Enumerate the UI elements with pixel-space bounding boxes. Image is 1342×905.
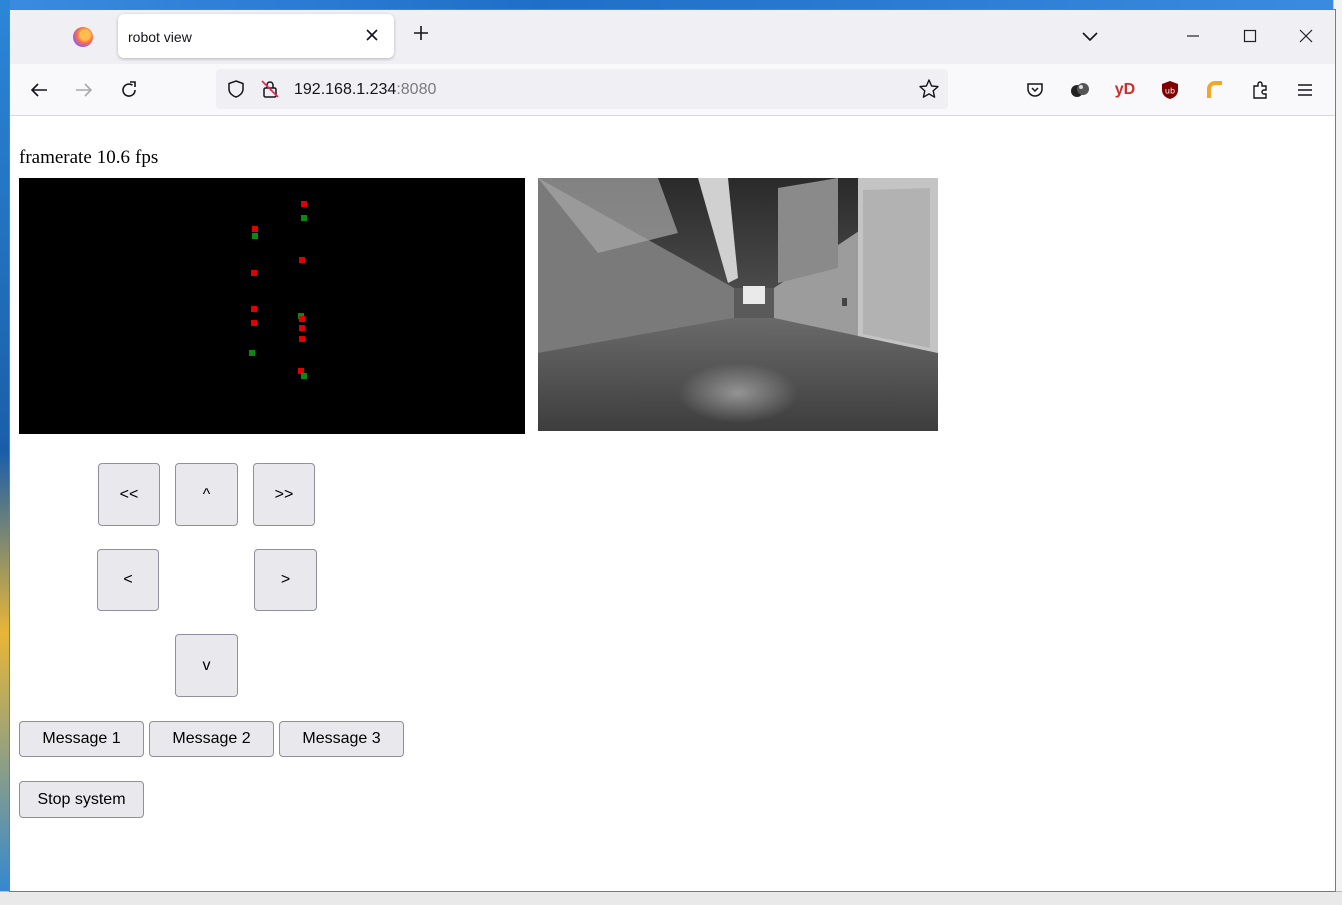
hamburger-menu-icon[interactable] xyxy=(1292,77,1318,103)
red-marker xyxy=(251,306,257,312)
fast-right-button[interactable]: >> xyxy=(253,463,315,526)
desktop-icons-strip xyxy=(0,0,10,904)
ublock-icon[interactable]: ub xyxy=(1157,77,1183,103)
extension-balls-icon[interactable] xyxy=(1067,77,1093,103)
tab-robot-view[interactable]: robot view xyxy=(118,14,394,58)
minimize-icon[interactable] xyxy=(1181,24,1205,48)
url-port: :8080 xyxy=(396,81,437,98)
green-marker xyxy=(252,233,258,239)
url-host: 192.168.1.234 xyxy=(294,81,397,98)
address-bar[interactable]: 192.168.1.234:8080 xyxy=(216,69,948,109)
forward-button[interactable]: ^ xyxy=(175,463,238,526)
red-marker xyxy=(301,201,307,207)
red-marker xyxy=(252,226,258,232)
yd-label: yD xyxy=(1114,81,1136,98)
extensions-puzzle-icon[interactable] xyxy=(1247,77,1273,103)
framerate-unit: fps xyxy=(135,147,159,168)
red-marker xyxy=(299,257,305,263)
tab-title: robot view xyxy=(128,29,192,45)
new-tab-button[interactable] xyxy=(408,23,434,49)
back-button[interactable]: v xyxy=(175,634,238,697)
green-marker xyxy=(301,215,307,221)
reload-icon[interactable] xyxy=(116,77,142,103)
camera-feed-image xyxy=(538,178,938,431)
framerate-value: 10.6 xyxy=(96,147,131,168)
green-marker xyxy=(249,350,255,356)
red-marker xyxy=(299,325,305,331)
fast-left-button[interactable]: << xyxy=(98,463,160,526)
tab-strip: robot view xyxy=(10,10,1335,64)
pocket-icon[interactable] xyxy=(1022,77,1048,103)
firefox-icon[interactable] xyxy=(73,27,93,47)
left-button[interactable]: < xyxy=(97,549,159,611)
red-marker xyxy=(299,316,305,322)
bookmark-star-icon[interactable] xyxy=(918,78,940,105)
maximize-icon[interactable] xyxy=(1238,24,1262,48)
red-marker xyxy=(251,270,257,276)
framerate-readout: framerate 10.6 fps xyxy=(19,147,158,169)
shield-icon[interactable] xyxy=(226,79,246,104)
list-all-tabs-icon[interactable] xyxy=(1078,24,1102,48)
message-1-button[interactable]: Message 1 xyxy=(19,721,144,757)
desktop-background xyxy=(0,0,1342,10)
window-close-icon[interactable] xyxy=(1294,24,1318,48)
extension-orange-icon[interactable] xyxy=(1202,77,1228,103)
url-text[interactable]: 192.168.1.234:8080 xyxy=(294,81,436,99)
forward-arrow-icon[interactable] xyxy=(71,77,97,103)
framerate-label: framerate xyxy=(19,147,92,168)
back-arrow-icon[interactable] xyxy=(26,77,52,103)
right-button[interactable]: > xyxy=(254,549,317,611)
browser-window: robot view 192.168.1.234:8080 yD ub fram… xyxy=(10,10,1335,891)
page-content: framerate 10.6 fps << ^ >> < > v Message… xyxy=(10,116,1335,891)
green-marker xyxy=(301,373,307,379)
insecure-lock-icon[interactable] xyxy=(260,79,280,104)
background-statusbar xyxy=(0,891,1342,905)
yd-extension-icon[interactable]: yD xyxy=(1112,77,1138,103)
close-icon[interactable] xyxy=(360,23,384,47)
message-2-button[interactable]: Message 2 xyxy=(149,721,274,757)
stop-system-button[interactable]: Stop system xyxy=(19,781,144,818)
message-3-button[interactable]: Message 3 xyxy=(279,721,404,757)
red-marker xyxy=(299,336,305,342)
navigation-toolbar: 192.168.1.234:8080 yD ub xyxy=(10,64,1335,116)
obstacle-map-canvas xyxy=(19,178,525,434)
red-marker xyxy=(251,320,257,326)
svg-text:ub: ub xyxy=(1165,87,1175,96)
